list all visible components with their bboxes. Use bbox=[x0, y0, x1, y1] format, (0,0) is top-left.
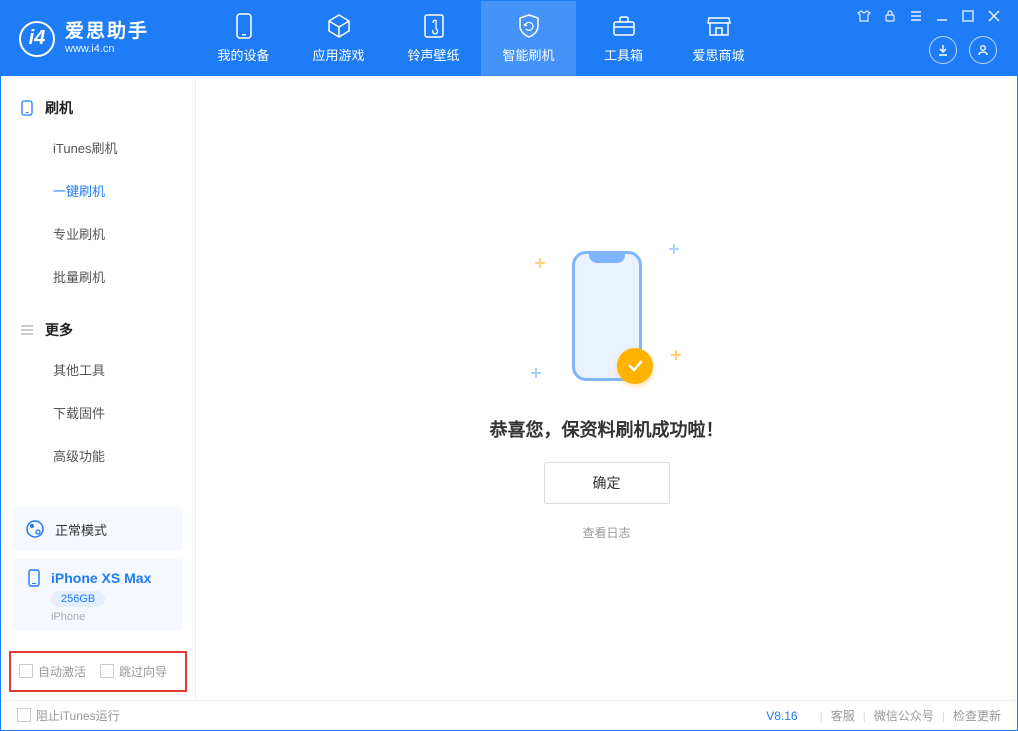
download-button[interactable] bbox=[929, 36, 957, 64]
logo[interactable]: i4 爱思助手 www.i4.cn bbox=[1, 21, 196, 57]
tab-label: 工具箱 bbox=[604, 45, 643, 64]
heading-label: 更多 bbox=[45, 320, 73, 340]
tab-apps[interactable]: 应用游戏 bbox=[291, 1, 386, 76]
ok-button[interactable]: 确定 bbox=[544, 462, 670, 504]
checkbox-skip-guide[interactable]: 跳过向导 bbox=[100, 663, 167, 680]
phone-icon bbox=[19, 100, 35, 116]
logo-icon: i4 bbox=[19, 21, 55, 57]
sidebar-item-other-tools[interactable]: 其他工具 bbox=[1, 348, 195, 391]
mode-label: 正常模式 bbox=[55, 520, 107, 539]
tab-label: 应用游戏 bbox=[312, 45, 364, 64]
music-icon bbox=[421, 13, 447, 39]
nav-tabs: 我的设备 应用游戏 铃声壁纸 智能刷机 工具箱 bbox=[196, 1, 766, 76]
options-row: 自动激活 跳过向导 bbox=[9, 651, 187, 692]
window-controls bbox=[857, 1, 1007, 23]
shirt-icon[interactable] bbox=[857, 9, 871, 23]
sidebar-item-batch-flash[interactable]: 批量刷机 bbox=[1, 255, 195, 298]
tab-flash[interactable]: 智能刷机 bbox=[481, 1, 576, 76]
sidebar-heading-more: 更多 bbox=[1, 312, 195, 348]
success-message: 恭喜您，保资料刷机成功啦！ bbox=[490, 416, 724, 442]
toolbox-icon bbox=[611, 13, 637, 39]
store-icon bbox=[706, 13, 732, 39]
tab-store[interactable]: 爱思商城 bbox=[671, 1, 766, 76]
main-content: 恭喜您，保资料刷机成功啦！ 确定 查看日志 bbox=[196, 76, 1017, 700]
device-card[interactable]: iPhone XS Max 256GB iPhone bbox=[13, 559, 183, 631]
refresh-shield-icon bbox=[516, 13, 542, 39]
sidebar: 刷机 iTunes刷机 一键刷机 专业刷机 批量刷机 更多 其他工具 下载固件 … bbox=[1, 76, 196, 700]
sidebar-item-oneclick-flash[interactable]: 一键刷机 bbox=[1, 169, 195, 212]
cube-icon bbox=[326, 13, 352, 39]
device-name: iPhone XS Max bbox=[51, 570, 151, 586]
footer: 阻止iTunes运行 V8.16 | 客服 | 微信公众号 | 检查更新 bbox=[1, 700, 1017, 730]
sidebar-item-download-firmware[interactable]: 下载固件 bbox=[1, 391, 195, 434]
sidebar-heading-flash: 刷机 bbox=[1, 90, 195, 126]
device-storage: 256GB bbox=[51, 591, 105, 607]
phone-icon bbox=[231, 13, 257, 39]
app-url: www.i4.cn bbox=[65, 43, 149, 56]
tab-label: 我的设备 bbox=[217, 45, 269, 64]
footer-link-support[interactable]: 客服 bbox=[831, 707, 855, 724]
tab-toolbox[interactable]: 工具箱 bbox=[576, 1, 671, 76]
tab-label: 爱思商城 bbox=[692, 45, 744, 64]
close-icon[interactable] bbox=[987, 9, 1001, 23]
header: i4 爱思助手 www.i4.cn 我的设备 应用游戏 铃声壁纸 bbox=[1, 1, 1017, 76]
tab-label: 铃声壁纸 bbox=[407, 45, 459, 64]
maximize-icon[interactable] bbox=[961, 9, 975, 23]
device-icon bbox=[25, 569, 43, 587]
version-label: V8.16 bbox=[766, 709, 797, 723]
checkbox-auto-activate[interactable]: 自动激活 bbox=[19, 663, 86, 680]
minimize-icon[interactable] bbox=[935, 9, 949, 23]
view-log-link[interactable]: 查看日志 bbox=[582, 524, 630, 541]
footer-link-update[interactable]: 检查更新 bbox=[953, 707, 1001, 724]
check-icon bbox=[617, 348, 653, 384]
tab-ringtones[interactable]: 铃声壁纸 bbox=[386, 1, 481, 76]
tab-label: 智能刷机 bbox=[502, 45, 554, 64]
device-type: iPhone bbox=[51, 611, 85, 623]
sidebar-item-pro-flash[interactable]: 专业刷机 bbox=[1, 212, 195, 255]
heading-label: 刷机 bbox=[45, 98, 73, 118]
tab-my-device[interactable]: 我的设备 bbox=[196, 1, 291, 76]
user-button[interactable] bbox=[969, 36, 997, 64]
success-illustration bbox=[507, 236, 707, 396]
list-icon bbox=[19, 322, 35, 338]
footer-link-wechat[interactable]: 微信公众号 bbox=[874, 707, 934, 724]
checkbox-block-itunes[interactable]: 阻止iTunes运行 bbox=[17, 707, 120, 724]
mode-card[interactable]: 正常模式 bbox=[13, 507, 183, 551]
sidebar-item-advanced[interactable]: 高级功能 bbox=[1, 434, 195, 477]
lock-icon[interactable] bbox=[883, 9, 897, 23]
mode-icon bbox=[25, 519, 45, 539]
sidebar-item-itunes-flash[interactable]: iTunes刷机 bbox=[1, 126, 195, 169]
menu-icon[interactable] bbox=[909, 9, 923, 23]
app-title: 爱思助手 bbox=[65, 21, 149, 44]
